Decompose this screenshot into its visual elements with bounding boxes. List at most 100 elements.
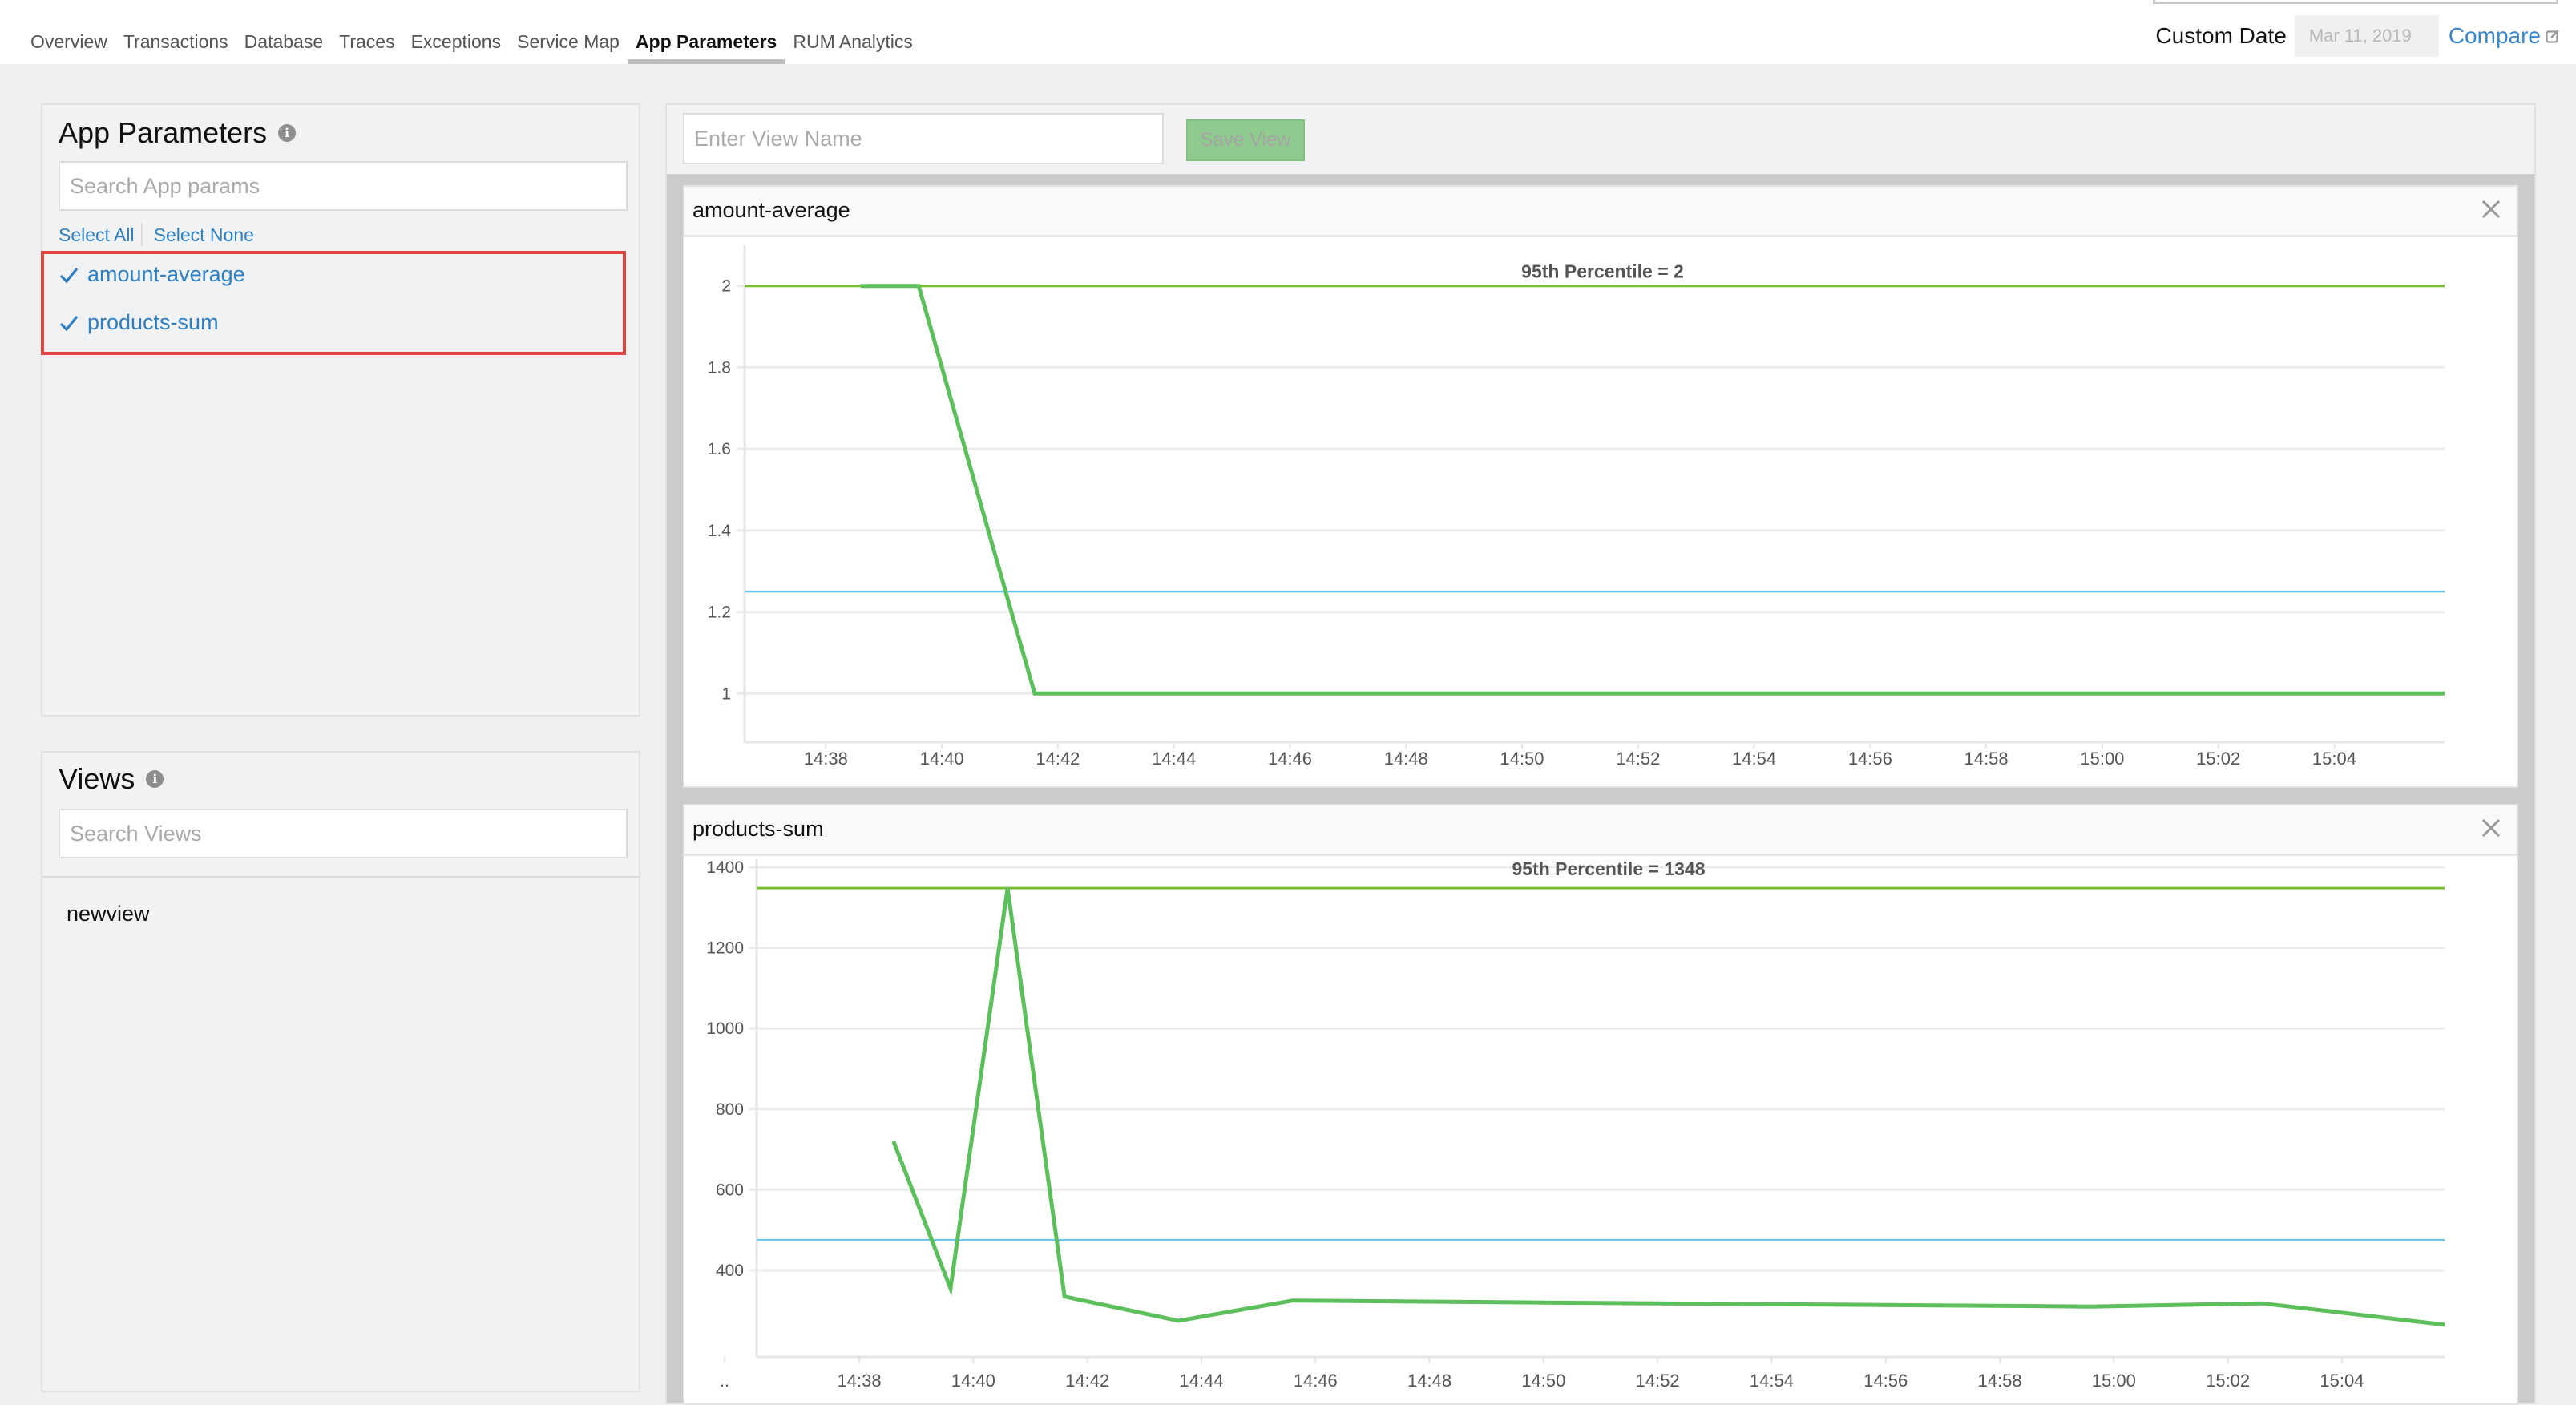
y-tick-label: 1.2 xyxy=(708,604,731,622)
x-tick-label: 14:58 xyxy=(1964,749,2009,769)
x-tick-label: 14:42 xyxy=(1065,1371,1109,1391)
y-tick-label: 1400 xyxy=(706,858,744,877)
data-point xyxy=(1064,1296,1065,1298)
x-tick-label: .. xyxy=(720,1371,729,1391)
compare-link[interactable]: Compare xyxy=(2449,23,2560,49)
x-tick-label: 15:04 xyxy=(2320,1371,2364,1391)
date-field[interactable] xyxy=(2294,15,2439,57)
x-tick-label: 14:54 xyxy=(1750,1371,1794,1391)
data-point xyxy=(2194,692,2196,694)
chart-amount-average: 1 1.2 1.4 1.6 1.8 2 14:38 14:40 14:42 14:44 14:46 1… xyxy=(708,245,2445,769)
x-tick-label: 14:40 xyxy=(951,1371,995,1391)
data-point xyxy=(1828,1304,1830,1306)
data-point xyxy=(1730,692,1732,694)
chart-products-sum: 400 600 800 1000 1200 1400.. 14:38 14:40 14:42 14… xyxy=(706,858,2445,1391)
external-edit-icon xyxy=(2546,30,2559,43)
divider xyxy=(42,876,639,878)
checkmark-icon xyxy=(59,267,79,283)
nav-tabs: Overview Transactions Database Traces Ex… xyxy=(30,26,921,64)
date-controls: Custom Date Compare xyxy=(2155,14,2560,58)
top-navigation-bar: Overview Transactions Database Traces Ex… xyxy=(0,0,2576,64)
search-app-params-input[interactable] xyxy=(59,161,628,211)
x-tick-label: 14:50 xyxy=(1521,1371,1565,1391)
y-tick-label: 1000 xyxy=(706,1019,744,1038)
data-point xyxy=(1498,692,1500,694)
data-point xyxy=(2078,692,2080,694)
data-point xyxy=(860,285,862,287)
select-none-link[interactable]: Select None xyxy=(154,224,254,246)
chart-title: products-sum xyxy=(692,817,824,841)
data-point xyxy=(950,1288,951,1290)
tab-rum-analytics[interactable]: RUM Analytics xyxy=(785,26,921,63)
y-tick-label: 2 xyxy=(721,277,731,296)
x-tick-label: 14:44 xyxy=(1152,749,1196,769)
series-line-products-sum xyxy=(891,887,2445,1327)
x-tick-label: 14:56 xyxy=(1863,1371,1908,1391)
y-tick-label: 1.8 xyxy=(708,358,731,377)
data-point xyxy=(1178,1320,1179,1322)
tab-overview[interactable]: Overview xyxy=(30,26,115,63)
app-parameters-heading: App Parameters i xyxy=(59,116,297,150)
view-name-input[interactable] xyxy=(683,113,1164,164)
data-point xyxy=(2311,692,2312,694)
data-point xyxy=(1007,887,1008,889)
param-item-amount-average[interactable]: amount-average xyxy=(59,262,245,287)
percentile-annotation: 95th Percentile = 2 xyxy=(1521,261,1684,282)
save-view-button[interactable]: Save View xyxy=(1186,119,1305,161)
x-tick-label: 15:02 xyxy=(2206,1371,2250,1391)
close-icon[interactable] xyxy=(2480,198,2502,220)
tab-transactions[interactable]: Transactions xyxy=(115,26,236,63)
param-label: amount-average xyxy=(87,262,245,286)
x-tick-label: 14:50 xyxy=(1500,749,1544,769)
checkmark-icon xyxy=(59,315,79,331)
x-tick-label: 14:54 xyxy=(1732,749,1776,769)
chart-card-products-sum: products-sum 400 600 800 1000 1200 1400.. 14:3… xyxy=(683,804,2518,1405)
data-point xyxy=(1543,1302,1544,1303)
compare-label: Compare xyxy=(2448,23,2541,48)
info-icon[interactable]: i xyxy=(278,124,297,142)
y-tick-label: 400 xyxy=(716,1262,744,1280)
y-tick-label: 1 xyxy=(721,684,731,703)
info-icon[interactable]: i xyxy=(146,770,164,788)
x-tick-label: 14:38 xyxy=(838,1371,882,1391)
top-right-cut-off-panel xyxy=(2153,0,2558,4)
view-item-newview[interactable]: newview xyxy=(67,902,150,927)
x-tick-label: 15:02 xyxy=(2196,749,2240,769)
x-tick-label: 14:46 xyxy=(1268,749,1312,769)
views-heading: Views i xyxy=(59,762,164,796)
series-line-amount-average xyxy=(860,284,2445,696)
select-all-link[interactable]: Select All xyxy=(59,224,135,246)
tab-traces[interactable]: Traces xyxy=(331,26,402,63)
data-point xyxy=(893,1141,894,1142)
data-point xyxy=(1034,692,1036,694)
param-item-products-sum[interactable]: products-sum xyxy=(59,310,219,335)
x-tick-label: 14:56 xyxy=(1848,749,1892,769)
close-icon[interactable] xyxy=(2480,817,2502,839)
views-title: Views xyxy=(59,762,135,795)
tab-database[interactable]: Database xyxy=(236,26,331,63)
percentile-annotation: 95th Percentile = 1348 xyxy=(1512,858,1705,879)
x-tick-label: 14:48 xyxy=(1407,1371,1452,1391)
chart-card-amount-average: amount-average 1 1.2 1.4 1.6 1.8 2 14:38 14:40 1… xyxy=(683,185,2518,788)
data-point xyxy=(2261,1302,2263,1304)
x-tick-label: 15:00 xyxy=(2092,1371,2136,1391)
chart-header: products-sum xyxy=(684,805,2517,856)
link-divider xyxy=(140,224,143,246)
data-point xyxy=(1962,692,1964,694)
tab-app-parameters[interactable]: App Parameters xyxy=(627,26,785,64)
param-label: products-sum xyxy=(87,310,219,334)
tab-service-map[interactable]: Service Map xyxy=(509,26,628,63)
search-views-input[interactable] xyxy=(59,809,628,858)
tab-exceptions[interactable]: Exceptions xyxy=(403,26,510,63)
data-point xyxy=(1614,692,1616,694)
x-tick-label: 14:40 xyxy=(920,749,964,769)
x-tick-label: 14:52 xyxy=(1636,1371,1680,1391)
charts-area: Save View amount-average 11.21.41.61.821… xyxy=(665,103,2536,1405)
x-tick-label: 14:58 xyxy=(1978,1371,2022,1391)
data-point xyxy=(1266,692,1268,694)
x-tick-label: 14:46 xyxy=(1294,1371,1338,1391)
x-tick-label: 15:04 xyxy=(2312,749,2356,769)
x-tick-label: 14:38 xyxy=(804,749,848,769)
views-panel: Views i newview xyxy=(41,751,640,1392)
chart-header: amount-average xyxy=(684,187,2517,237)
